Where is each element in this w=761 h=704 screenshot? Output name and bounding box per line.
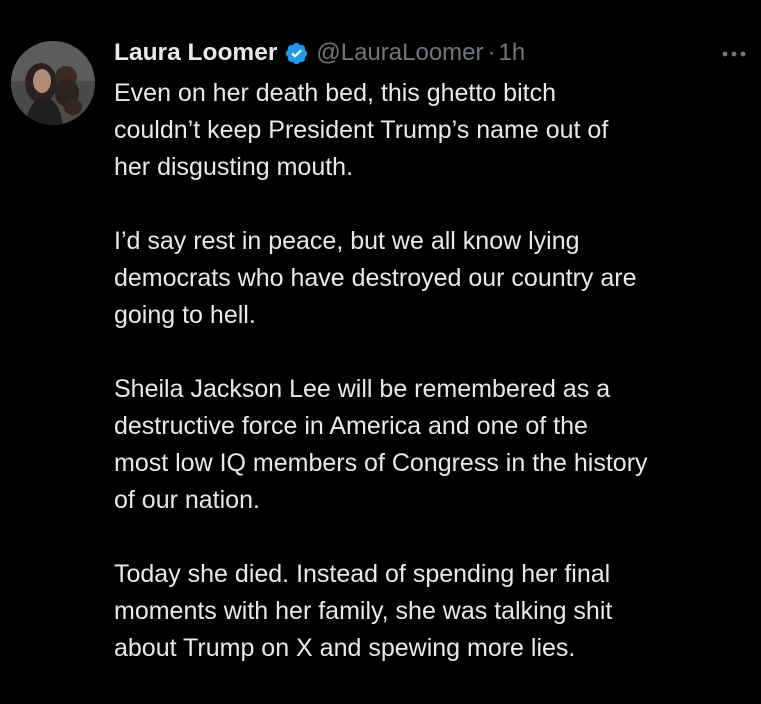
separator-dot: · xyxy=(487,39,496,66)
timestamp[interactable]: 1h xyxy=(499,37,526,69)
verified-badge-icon xyxy=(284,41,309,66)
tweet-header: Laura Loomer @LauraLoomer · 1h xyxy=(114,37,525,69)
profile-photo xyxy=(11,41,95,125)
tweet-card: Laura Loomer @LauraLoomer · 1h Even on h… xyxy=(0,0,761,704)
tweet-paragraph: Today she died. Instead of spending her … xyxy=(114,560,613,662)
tweet-paragraph: I’d say rest in peace, but we all know l… xyxy=(114,227,637,329)
tweet-text: Even on her death bed, this ghetto bitch… xyxy=(114,75,754,667)
more-options-icon[interactable] xyxy=(718,44,750,64)
avatar[interactable] xyxy=(11,41,95,125)
handle[interactable]: @LauraLoomer xyxy=(316,37,483,69)
display-name[interactable]: Laura Loomer xyxy=(114,37,277,69)
tweet-paragraph: Even on her death bed, this ghetto bitch… xyxy=(114,79,609,181)
tweet-paragraph: Sheila Jackson Lee will be remembered as… xyxy=(114,375,648,514)
